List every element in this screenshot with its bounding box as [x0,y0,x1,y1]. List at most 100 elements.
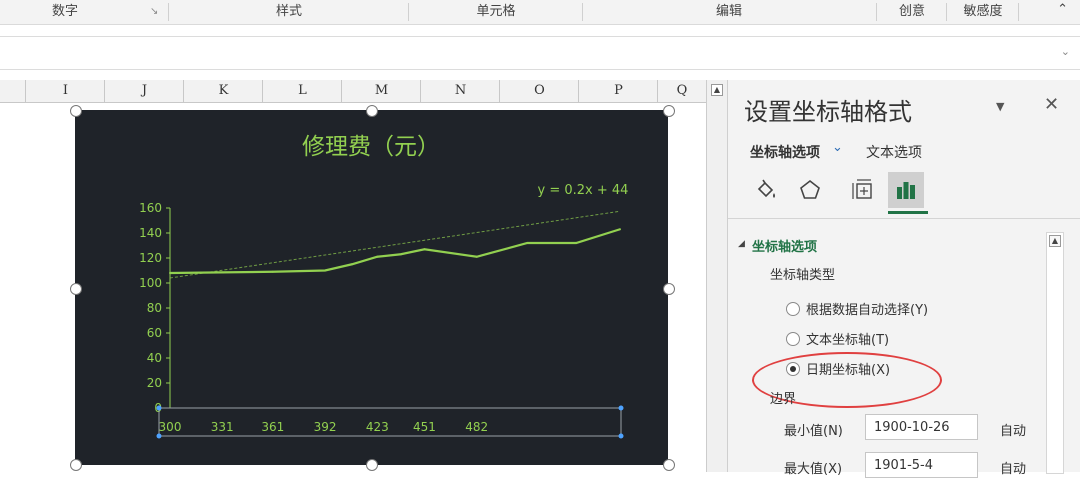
radio-text-axis-label[interactable]: 文本坐标轴(T) [806,329,889,348]
column-header-n[interactable]: N [420,80,500,102]
formula-bar[interactable]: ⌄ [0,36,1080,70]
x-tick-label: 392 [314,420,337,434]
ribbon-separator [1018,3,1019,21]
data-point [271,270,274,273]
data-point [221,271,224,274]
data-point [351,263,354,266]
section-axis-options[interactable]: 坐标轴选项 [752,236,817,255]
pane-title: 设置坐标轴格式 [744,98,912,126]
column-header-m[interactable]: M [341,80,421,102]
data-point [575,242,578,244]
effects-pentagon-icon[interactable] [792,172,828,208]
data-point [399,253,402,256]
y-tick-label: 120 [139,251,162,265]
x-axis-selection-handle [156,405,162,411]
column-header-i[interactable]: I [25,80,105,102]
radio-text-axis[interactable] [786,332,800,346]
y-tick-label: 80 [147,301,162,315]
scroll-up-icon[interactable]: ▲ [711,84,723,96]
radio-auto-select-label[interactable]: 根据数据自动选择(Y) [806,299,928,318]
active-tab-indicator [888,211,928,214]
series-line [169,228,621,275]
column-header-j[interactable]: J [104,80,184,102]
y-tick-label: 60 [147,326,162,340]
trendline [169,210,621,279]
pane-divider [728,218,1080,219]
column-header-q[interactable]: Q [657,80,706,102]
resize-handle[interactable] [366,105,378,117]
resize-handle[interactable] [663,283,675,295]
x-tick-label: 423 [366,420,389,434]
x-tick-label: 482 [465,420,488,434]
close-icon[interactable]: ✕ [1044,94,1059,115]
data-point [619,228,621,231]
line-chart[interactable]: 修理费（元）y = 0.2x + 44020406080100120140160… [75,110,668,465]
axis-options-bar-chart-icon[interactable] [888,172,924,208]
chart-area[interactable]: 修理费（元）y = 0.2x + 44020406080100120140160… [75,110,668,465]
max-bound-label: 最大值(X) [784,462,843,477]
resize-handle[interactable] [663,459,675,471]
y-tick-label: 100 [139,276,162,290]
tab-axis-options[interactable]: 坐标轴选项 [750,142,820,162]
ribbon-group-cells[interactable]: 单元格 [410,0,582,24]
x-axis-selection-handle [618,433,624,439]
fill-line-icon[interactable] [748,172,784,208]
ribbon-separator [168,3,169,21]
y-tick-label: 40 [147,351,162,365]
dialog-launcher-icon[interactable]: ↘ [150,6,158,17]
column-header-p[interactable]: P [578,80,658,102]
ribbon-separator [876,3,877,21]
scroll-up-icon[interactable]: ▲ [1049,235,1061,247]
resize-handle[interactable] [70,105,82,117]
min-bound-auto-label[interactable]: 自动 [1000,420,1026,439]
ribbon-group-styles[interactable]: 样式 [170,0,408,24]
bounds-label: 边界 [770,392,797,407]
chart-title: 修理费（元） [302,134,440,160]
column-header-row: I J K L M N O P Q [0,80,706,103]
tab-text-options[interactable]: 文本选项 [866,142,922,162]
data-point [376,255,379,258]
resize-handle[interactable] [70,283,82,295]
x-axis-selection-handle [618,405,624,411]
data-point [169,272,171,274]
collapse-triangle-icon[interactable]: ◢ [738,239,745,249]
data-point [423,248,426,251]
ribbon-group-number[interactable]: 数字 [20,0,110,24]
ribbon-group-bar: 数字 ↘ 样式 单元格 编辑 创意 敏感度 ⌃ [0,0,1080,25]
chevron-down-icon[interactable]: ⌄ [1061,45,1070,58]
data-point [526,242,529,244]
sheet-vertical-scrollbar[interactable]: ▲ [706,80,727,472]
resize-handle[interactable] [366,459,378,471]
y-tick-label: 140 [139,226,162,240]
radio-auto-select[interactable] [786,302,800,316]
ribbon-group-editing[interactable]: 编辑 [584,0,874,24]
pane-vertical-scrollbar[interactable]: ▲ [1046,232,1064,474]
ribbon-group-sensitivity[interactable]: 敏感度 [948,0,1018,24]
format-axis-pane: 设置坐标轴格式 ▼ ✕ 坐标轴选项 ⌄ 文本选项 ◢ 坐标轴选项 坐标轴类型 根… [727,80,1080,478]
ribbon-group-creativity[interactable]: 创意 [878,0,946,24]
column-header-l[interactable]: L [262,80,342,102]
data-point [324,269,327,272]
min-bound-label: 最小值(N) [784,424,843,439]
axis-type-label: 坐标轴类型 [770,268,836,283]
x-tick-label: 361 [261,420,284,434]
column-header-o[interactable]: O [499,80,579,102]
max-bound-input[interactable]: 1901-5-4 [865,452,978,478]
trendline-label: y = 0.2x + 44 [538,183,629,198]
y-tick-label: 160 [139,201,162,215]
ribbon-separator [582,3,583,21]
resize-handle[interactable] [663,105,675,117]
x-tick-label: 331 [211,420,234,434]
chevron-down-icon[interactable]: ⌄ [832,140,843,155]
data-point [475,255,478,258]
resize-handle[interactable] [70,459,82,471]
ribbon-separator [408,3,409,21]
column-header-k[interactable]: K [183,80,263,102]
ribbon-separator [946,3,947,21]
chevron-up-icon[interactable]: ⌃ [1057,2,1068,17]
x-axis-selection-handle [156,433,162,439]
triangle-down-icon[interactable]: ▼ [996,100,1004,113]
min-bound-input[interactable]: 1900-10-26 [865,414,978,440]
max-bound-auto-label[interactable]: 自动 [1000,458,1026,477]
size-properties-icon[interactable] [844,172,880,208]
